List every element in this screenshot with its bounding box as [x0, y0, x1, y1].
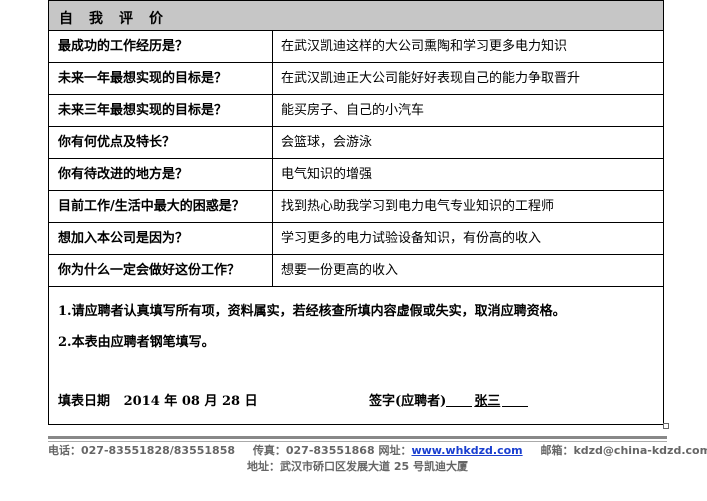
table-row: 你有何优点及特长？ 会篮球，会游泳 [49, 127, 663, 159]
question-cell: 你有何优点及特长？ [49, 127, 273, 158]
table-row: 最成功的工作经历是？ 在武汉凯迪这样的大公司熏陶和学习更多电力知识 [49, 31, 663, 63]
table-row: 你为什么一定会做好这份工作？ 想要一份更高的收入 [49, 255, 663, 287]
answer-cell[interactable]: 电气知识的增强 [273, 159, 663, 190]
note-1: 1.请应聘者认真填写所有项，资料属实，若经核查所填内容虚假或失实，取消应聘资格。 [58, 304, 566, 319]
note-2: 2.本表由应聘者钢笔填写。 [58, 335, 215, 350]
self-evaluation-form: 自我评价 最成功的工作经历是？ 在武汉凯迪这样的大公司熏陶和学习更多电力知识 未… [48, 0, 664, 425]
answer-cell[interactable]: 会篮球，会游泳 [273, 127, 663, 158]
question-cell: 最成功的工作经历是？ [49, 31, 273, 62]
signature: 签字(应聘者) 张三 [369, 390, 529, 409]
table-row: 目前工作/生活中最大的困惑是？ 找到热心助我学习到电力电气专业知识的工程师 [49, 191, 663, 223]
answer-cell[interactable]: 在武汉凯迪这样的大公司熏陶和学习更多电力知识 [273, 31, 663, 62]
answer-cell[interactable]: 能买房子、自己的小汽车 [273, 95, 663, 126]
question-cell: 目前工作/生活中最大的困惑是？ [49, 191, 273, 222]
signature-underline [502, 406, 529, 407]
date-value: 2014 年 08 月 28 日 [123, 394, 258, 409]
question-cell: 未来一年最想实现的目标是？ [49, 63, 273, 94]
section-title: 自我评价 [59, 11, 179, 27]
question-cell: 想加入本公司是因为？ [49, 223, 273, 254]
answer-cell[interactable]: 想要一份更高的收入 [273, 255, 663, 286]
table-row: 你有待改进的地方是？ 电气知识的增强 [49, 159, 663, 191]
answer-cell[interactable]: 找到热心助我学习到电力电气专业知识的工程师 [273, 191, 663, 222]
footer-email: 邮箱：kdzd@china-kdzd.com [540, 444, 707, 457]
footer-web-label: 网址： [378, 444, 412, 457]
section-header: 自我评价 [49, 0, 663, 31]
answer-cell[interactable]: 在武汉凯迪正大公司能好好表现自己的能力争取晋升 [273, 63, 663, 94]
footer-phone: 电话：027-83551828/83551858 [48, 444, 236, 457]
question-cell: 未来三年最想实现的目标是？ [49, 95, 273, 126]
footer-divider [48, 436, 667, 439]
question-cell: 你为什么一定会做好这份工作？ [49, 255, 273, 286]
signature-underline [446, 406, 473, 407]
table-row: 未来三年最想实现的目标是？ 能买房子、自己的小汽车 [49, 95, 663, 127]
table-row: 未来一年最想实现的目标是？ 在武汉凯迪正大公司能好好表现自己的能力争取晋升 [49, 63, 663, 95]
signature-name[interactable]: 张三 [472, 394, 502, 409]
table-resize-handle[interactable] [663, 423, 669, 429]
footer-contact: 电话：027-83551828/83551858 传真：027-83551868… [48, 442, 707, 458]
date-label: 填表日期 [58, 394, 111, 409]
signature-label: 签字(应聘者) [369, 394, 447, 409]
fill-date: 填表日期 2014 年 08 月 28 日 [58, 390, 258, 409]
footer-fax: 传真：027-83551868 [252, 444, 375, 457]
footer-website-link[interactable]: www.whkdzd.com [411, 444, 522, 457]
footer-address: 地址：武汉市硚口区发展大道 25 号凯迪大厦 [247, 460, 468, 473]
question-cell: 你有待改进的地方是？ [49, 159, 273, 190]
table-row: 想加入本公司是因为？ 学习更多的电力试验设备知识，有份高的收入 [49, 223, 663, 255]
answer-cell[interactable]: 学习更多的电力试验设备知识，有份高的收入 [273, 223, 663, 254]
